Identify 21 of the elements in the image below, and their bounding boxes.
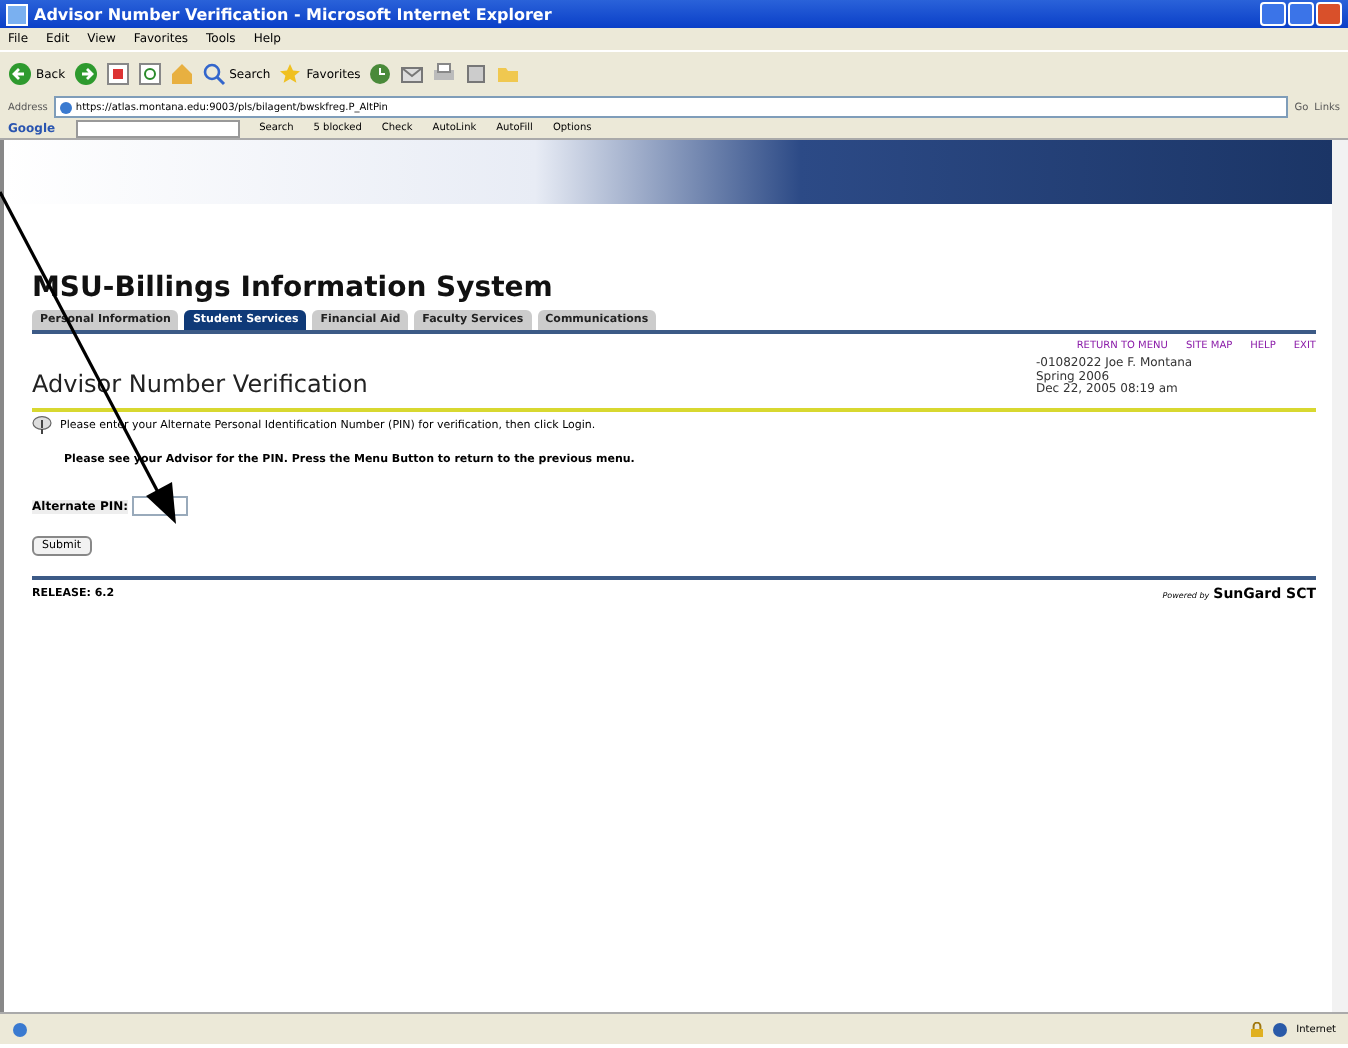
app-icon: [6, 3, 28, 25]
search-icon[interactable]: [201, 62, 226, 86]
window-title: Advisor Number Verification - Microsoft Internet Explorer: [34, 5, 552, 23]
globe-icon: [1272, 1021, 1289, 1037]
forward-icon[interactable]: [73, 62, 98, 86]
google-search-field[interactable]: [75, 119, 240, 137]
printer-icon[interactable]: [432, 62, 457, 86]
info-sign-icon: [32, 416, 52, 434]
history-icon[interactable]: [368, 62, 393, 86]
page-icon: [12, 1021, 28, 1037]
maximize-button[interactable]: [1288, 2, 1314, 26]
close-button[interactable]: [1316, 2, 1342, 26]
minimize-button[interactable]: [1260, 2, 1286, 26]
document-icon[interactable]: [464, 62, 489, 86]
refresh-icon[interactable]: [137, 62, 162, 86]
page-icon: [59, 101, 72, 113]
stop-icon[interactable]: [105, 62, 130, 86]
lock-icon: [1250, 1021, 1265, 1037]
star-icon[interactable]: [278, 62, 303, 86]
envelope-icon[interactable]: [400, 62, 425, 86]
back-icon[interactable]: [8, 62, 32, 86]
